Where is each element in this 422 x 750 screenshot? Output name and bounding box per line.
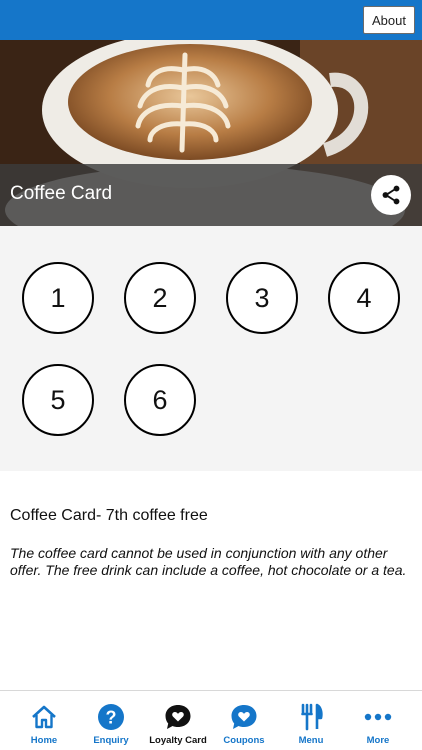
tab-loyalty-card-label: Loyalty Card bbox=[149, 735, 207, 746]
share-button[interactable] bbox=[371, 175, 411, 215]
tab-loyalty-card[interactable]: Loyalty Card bbox=[143, 691, 213, 750]
tab-coupons[interactable]: Coupons bbox=[209, 691, 279, 750]
hero-caption-bar: Coffee Card bbox=[0, 164, 422, 226]
offer-description: The coffee card cannot be used in conjun… bbox=[10, 545, 407, 578]
hero-banner: Coffee Card bbox=[0, 40, 422, 226]
top-bar: About bbox=[0, 0, 422, 40]
share-icon bbox=[382, 185, 400, 205]
question-icon: ? bbox=[98, 704, 124, 730]
stamp-5[interactable]: 5 bbox=[22, 364, 94, 436]
bottom-tab-bar: Home ? Enquiry Loyalty Card Coupons Menu bbox=[0, 690, 422, 750]
tab-enquiry-label: Enquiry bbox=[93, 735, 129, 746]
offer-title: Coffee Card- 7th coffee free bbox=[10, 507, 208, 524]
stamp-1[interactable]: 1 bbox=[22, 262, 94, 334]
stamp-3[interactable]: 3 bbox=[226, 262, 298, 334]
tab-more-label: More bbox=[366, 735, 390, 746]
heart-chat-icon bbox=[165, 705, 191, 729]
about-button[interactable]: About bbox=[363, 6, 415, 34]
hero-title: Coffee Card bbox=[10, 183, 113, 204]
coupon-heart-icon bbox=[231, 705, 257, 729]
tab-home-label: Home bbox=[30, 735, 58, 746]
tab-enquiry[interactable]: ? Enquiry bbox=[76, 691, 146, 750]
svg-text:?: ? bbox=[106, 708, 117, 728]
stamp-2[interactable]: 2 bbox=[124, 262, 196, 334]
more-dots-icon bbox=[364, 713, 392, 721]
home-icon bbox=[32, 705, 56, 729]
tab-menu[interactable]: Menu bbox=[276, 691, 346, 750]
stamp-grid: 1 2 3 4 5 6 bbox=[0, 226, 422, 471]
tab-home[interactable]: Home bbox=[9, 691, 79, 750]
tab-coupons-label: Coupons bbox=[223, 735, 265, 746]
stamp-4[interactable]: 4 bbox=[328, 262, 400, 334]
tab-menu-label: Menu bbox=[298, 735, 324, 746]
fork-knife-icon bbox=[301, 703, 323, 731]
tab-more[interactable]: More bbox=[343, 691, 413, 750]
stamp-6[interactable]: 6 bbox=[124, 364, 196, 436]
